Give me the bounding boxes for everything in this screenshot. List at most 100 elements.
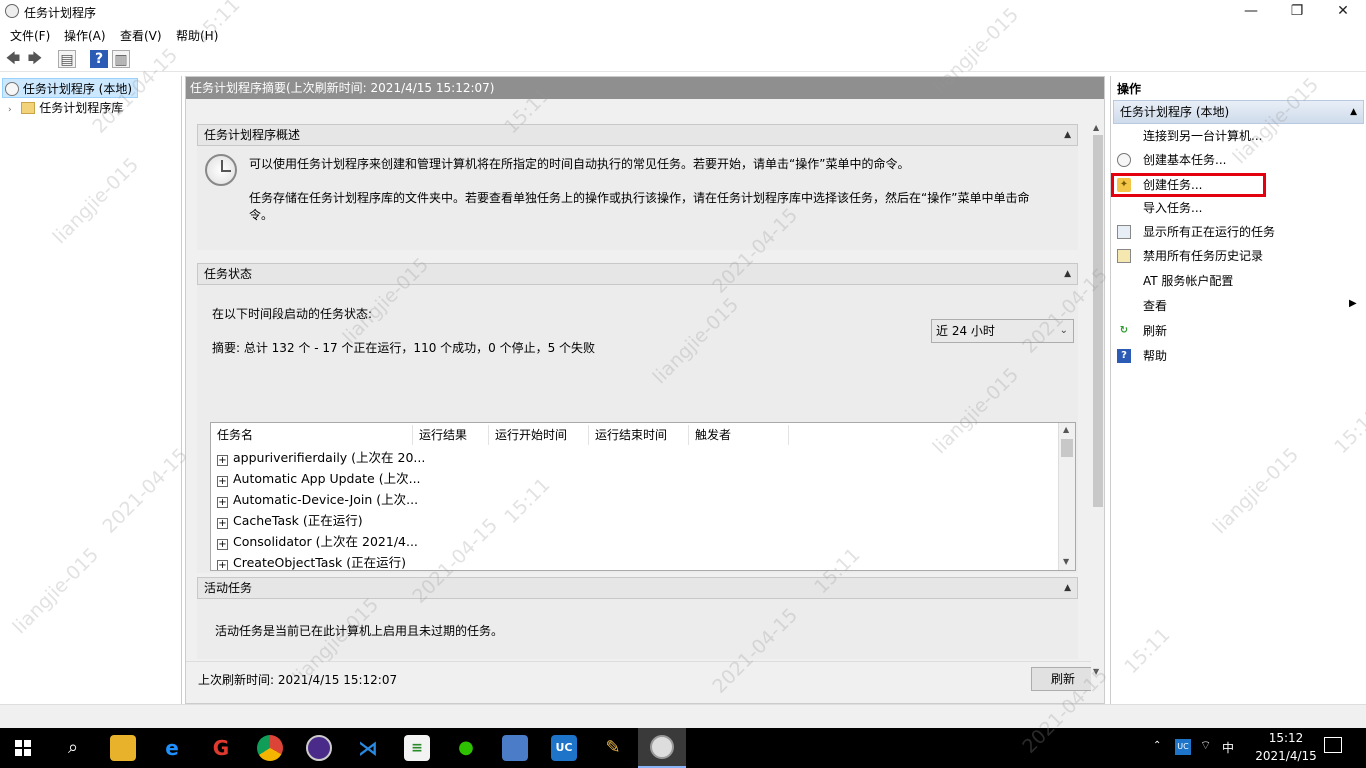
overview-line1: 可以使用任务计划程序来创建和管理计算机将在所指定的时间自动执行的常见任务。若要开…: [249, 157, 910, 171]
expand-icon[interactable]: +: [217, 455, 228, 466]
paint-icon[interactable]: ✎: [600, 735, 626, 761]
scroll-down-icon[interactable]: ▼: [1063, 557, 1069, 566]
close-button[interactable]: ✕: [1320, 0, 1366, 24]
collapse-icon[interactable]: ▲: [1350, 101, 1357, 123]
taskbar: ⌕ e G ⋊ ≡ ● UC ✎ ⌃ UC ⌔ 中 15:12 2021/4/1…: [0, 728, 1366, 768]
scroll-up-icon[interactable]: ▲: [1093, 123, 1099, 132]
summary-pane: 任务计划程序摘要(上次刷新时间: 2021/4/15 15:12:07) 任务计…: [185, 76, 1105, 704]
table-row[interactable]: + Automatic App Update (上次...: [217, 468, 421, 489]
action-view[interactable]: 查看: [1143, 296, 1167, 316]
task-name: Automatic-Device-Join (上次...: [233, 492, 419, 507]
notification-icon[interactable]: [1324, 737, 1342, 753]
actions-pane: 操作 任务计划程序 (本地) ▲ 连接到另一台计算机... 创建基本任务... …: [1110, 76, 1366, 704]
menu-help[interactable]: 帮助(H): [176, 27, 218, 44]
overview-section-header[interactable]: 任务计划程序概述 ▲: [197, 124, 1078, 146]
action-help[interactable]: 帮助: [1143, 346, 1167, 366]
time-range-select[interactable]: 近 24 小时 ⌄: [931, 319, 1074, 343]
tree-item-root[interactable]: 任务计划程序 (本地): [2, 78, 138, 98]
expand-icon[interactable]: +: [217, 560, 228, 570]
column-header[interactable]: 触发者: [689, 425, 789, 445]
clock-date[interactable]: 2021/4/15: [1252, 749, 1320, 763]
actions-group-header[interactable]: 任务计划程序 (本地) ▲: [1113, 100, 1364, 124]
task-scheduler-taskbar-button[interactable]: [638, 728, 686, 768]
show-hide-tree-icon[interactable]: ▤: [58, 50, 76, 68]
table-row[interactable]: + appuriverifierdaily (上次在 20...: [217, 447, 425, 468]
action-import-task[interactable]: 导入任务...: [1143, 198, 1202, 218]
expand-arrow-icon[interactable]: ›: [8, 105, 12, 115]
overview-line2a: 任务存储在任务计划程序库的文件夹中。若要查看单独任务上的操作或执行该操作，请在任…: [249, 191, 1030, 205]
action-connect[interactable]: 连接到另一台计算机...: [1143, 126, 1262, 146]
wechat-icon[interactable]: ●: [453, 735, 479, 761]
forward-arrow-icon[interactable]: 🡆: [26, 50, 44, 68]
collapse-icon[interactable]: ▲: [1064, 264, 1071, 284]
scroll-up-icon[interactable]: ▲: [1063, 425, 1069, 434]
table-row[interactable]: + Consolidator (上次在 2021/4...: [217, 531, 418, 552]
tree-library-label: 任务计划程序库: [39, 101, 124, 115]
g-app-icon[interactable]: G: [208, 735, 234, 761]
status-title: 任务状态: [204, 267, 253, 281]
table-row[interactable]: + CreateObjectTask (正在运行): [217, 552, 406, 570]
actions-group-label: 任务计划程序 (本地): [1120, 105, 1230, 119]
table-row[interactable]: + CacheTask (正在运行): [217, 510, 363, 531]
menu-action[interactable]: 操作(A): [64, 27, 106, 44]
overview-line2b: 令。: [249, 208, 274, 222]
active-section-header[interactable]: 活动任务 ▲: [197, 577, 1078, 599]
show-hide-action-pane-icon[interactable]: ▥: [112, 50, 130, 68]
last-refresh-label: 上次刷新时间: 2021/4/15 15:12:07: [198, 673, 398, 687]
scroll-thumb[interactable]: [1093, 135, 1103, 507]
menu-file[interactable]: 文件(F): [10, 27, 50, 44]
task-name: CacheTask (正在运行): [233, 513, 363, 528]
summary-scrollbar[interactable]: ▲ ▼: [1091, 121, 1104, 703]
column-header[interactable]: 运行结果: [413, 425, 489, 445]
chevron-up-icon[interactable]: ⌃: [1153, 740, 1161, 751]
restore-button[interactable]: ❐: [1274, 0, 1320, 24]
windows-start-icon[interactable]: [15, 740, 31, 756]
title-bar: 任务计划程序 — ❐ ✕: [0, 0, 1366, 24]
back-arrow-icon[interactable]: 🡄: [4, 50, 22, 68]
action-at-service[interactable]: AT 服务帐户配置: [1143, 271, 1233, 291]
minimize-button[interactable]: —: [1228, 0, 1274, 24]
vscode-icon[interactable]: ⋊: [355, 735, 381, 761]
task-status-table[interactable]: 任务名 运行结果 运行开始时间 运行结束时间 触发者 + appuriverifi…: [210, 422, 1076, 571]
task-scheduler-icon: [5, 4, 19, 18]
action-disable-history[interactable]: 禁用所有任务历史记录: [1143, 246, 1263, 266]
uc-app-icon[interactable]: UC: [551, 735, 577, 761]
help-icon[interactable]: ?: [90, 50, 108, 68]
task-name: Consolidator (上次在 2021/4...: [233, 534, 418, 549]
notepad-icon[interactable]: ≡: [404, 735, 430, 761]
action-show-running[interactable]: 显示所有正在运行的任务: [1143, 222, 1275, 242]
clock-time[interactable]: 15:12: [1258, 731, 1314, 745]
refresh-button[interactable]: 刷新: [1031, 667, 1095, 691]
expand-icon[interactable]: +: [217, 476, 228, 487]
ie-browser-icon[interactable]: e: [159, 735, 185, 761]
clock-icon: [205, 154, 237, 186]
expand-icon[interactable]: +: [217, 497, 228, 508]
table-scrollbar[interactable]: ▲ ▼: [1058, 423, 1075, 570]
action-refresh[interactable]: 刷新: [1143, 321, 1167, 341]
collapse-icon[interactable]: ▲: [1064, 125, 1071, 145]
scroll-down-icon[interactable]: ▼: [1093, 667, 1099, 676]
task-name: appuriverifierdaily (上次在 20...: [233, 450, 426, 465]
expand-icon[interactable]: +: [217, 539, 228, 550]
table-row[interactable]: + Automatic-Device-Join (上次...: [217, 489, 418, 510]
network-icon[interactable]: ⌔: [1200, 738, 1211, 753]
column-header[interactable]: 任务名: [211, 425, 413, 445]
eclipse-icon[interactable]: [306, 735, 332, 761]
collapse-icon[interactable]: ▲: [1064, 578, 1071, 598]
action-create-basic-task[interactable]: 创建基本任务...: [1143, 150, 1226, 170]
file-explorer-icon[interactable]: [110, 735, 136, 761]
uc-tray-icon[interactable]: UC: [1175, 739, 1191, 755]
task-name: Automatic App Update (上次...: [233, 471, 421, 486]
column-header[interactable]: 运行开始时间: [489, 425, 589, 445]
summary-body: 任务计划程序概述 ▲ 可以使用任务计划程序来创建和管理计算机将在所指定的时间自动…: [186, 99, 1104, 703]
scroll-thumb[interactable]: [1061, 439, 1073, 457]
chrome-icon[interactable]: [257, 735, 283, 761]
tree-item-library[interactable]: › 任务计划程序库: [8, 98, 123, 118]
menu-view[interactable]: 查看(V): [120, 27, 162, 44]
remote-desktop-icon[interactable]: [502, 735, 528, 761]
expand-icon[interactable]: +: [217, 518, 228, 529]
column-header[interactable]: 运行结束时间: [589, 425, 689, 445]
status-section-header[interactable]: 任务状态 ▲: [197, 263, 1078, 285]
ime-indicator[interactable]: 中: [1222, 739, 1234, 756]
search-icon[interactable]: ⌕: [60, 735, 86, 761]
